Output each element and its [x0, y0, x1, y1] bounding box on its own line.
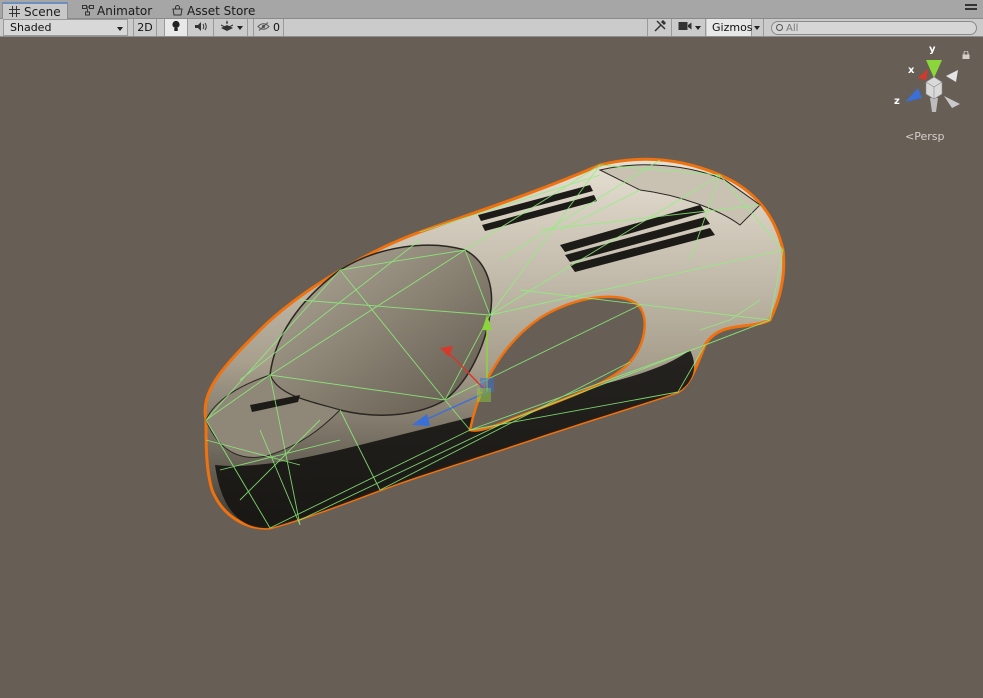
- tools-icon: [653, 19, 666, 35]
- search-icon: [776, 24, 783, 31]
- scene-viewport[interactable]: y x z <Persp: [0, 37, 983, 698]
- tab-strip: Scene Animator Asset Store: [0, 0, 983, 19]
- hidden-count: 0: [273, 21, 280, 34]
- scene-window: Scene Animator Asset Store Shaded 2D 0 G…: [0, 0, 983, 698]
- camera-icon: [678, 21, 692, 34]
- scene-toolbar: Shaded 2D 0 Gizmos All: [0, 19, 983, 37]
- speaker-icon: [194, 21, 208, 35]
- 2d-toggle-label: 2D: [137, 21, 153, 34]
- chevron-left-icon: <: [905, 130, 915, 143]
- grid-icon: [9, 6, 20, 17]
- orient-y-label: y: [929, 44, 936, 55]
- scene-visibility-button[interactable]: 0: [253, 19, 284, 36]
- camera-dropdown[interactable]: [672, 19, 706, 36]
- effects-icon: [220, 20, 234, 35]
- tools-button[interactable]: [647, 19, 672, 36]
- chevron-down-icon: [237, 26, 243, 30]
- hidden-eye-icon: [257, 21, 270, 34]
- draw-mode-label: Shaded: [10, 21, 52, 34]
- orient-neg-z-cone-icon[interactable]: [944, 96, 960, 108]
- 2d-toggle-button[interactable]: 2D: [133, 19, 157, 36]
- search-placeholder: All: [786, 22, 799, 34]
- audio-toggle-button[interactable]: [188, 19, 214, 36]
- chevron-down-icon: [754, 26, 760, 30]
- chevron-down-icon: [695, 26, 701, 30]
- orient-x-label: x: [908, 65, 915, 76]
- gizmos-button[interactable]: Gizmos: [707, 19, 753, 36]
- scene-canvas: y x z: [203, 44, 960, 530]
- car-model[interactable]: [203, 157, 786, 530]
- tab-asset-store[interactable]: Asset Store: [166, 2, 261, 19]
- orient-neg-x-cone-icon[interactable]: [946, 70, 958, 82]
- projection-label: Persp: [914, 130, 945, 143]
- orient-y-cone-icon[interactable]: [926, 60, 942, 78]
- effects-dropdown[interactable]: [214, 19, 248, 36]
- gizmo-plane-handle[interactable]: [477, 388, 491, 402]
- orientation-gizmo[interactable]: y x z: [894, 44, 960, 112]
- orient-z-cone-icon[interactable]: [905, 88, 922, 102]
- store-icon: [172, 5, 183, 16]
- chevron-down-icon: [117, 27, 123, 31]
- tab-animator[interactable]: Animator: [76, 2, 158, 19]
- projection-toggle[interactable]: <Persp: [905, 130, 944, 143]
- orient-x-cone-icon[interactable]: [918, 69, 928, 80]
- tab-scene-label: Scene: [24, 4, 61, 19]
- tab-asset-store-label: Asset Store: [187, 3, 256, 18]
- lighting-toggle-button[interactable]: [164, 19, 188, 36]
- lock-icon[interactable]: [962, 49, 970, 59]
- draw-mode-dropdown[interactable]: Shaded: [3, 19, 128, 36]
- animator-icon: [82, 5, 94, 16]
- gizmos-dropdown[interactable]: [752, 19, 764, 36]
- lightbulb-icon: [171, 20, 181, 35]
- orient-neg-y-cone-icon[interactable]: [930, 98, 938, 112]
- tab-animator-label: Animator: [97, 3, 153, 18]
- orient-z-label: z: [894, 96, 900, 107]
- tab-scene[interactable]: Scene: [2, 2, 68, 19]
- gizmos-label: Gizmos: [712, 21, 753, 34]
- search-input[interactable]: All: [771, 21, 977, 35]
- tab-menu-icon[interactable]: [965, 4, 977, 15]
